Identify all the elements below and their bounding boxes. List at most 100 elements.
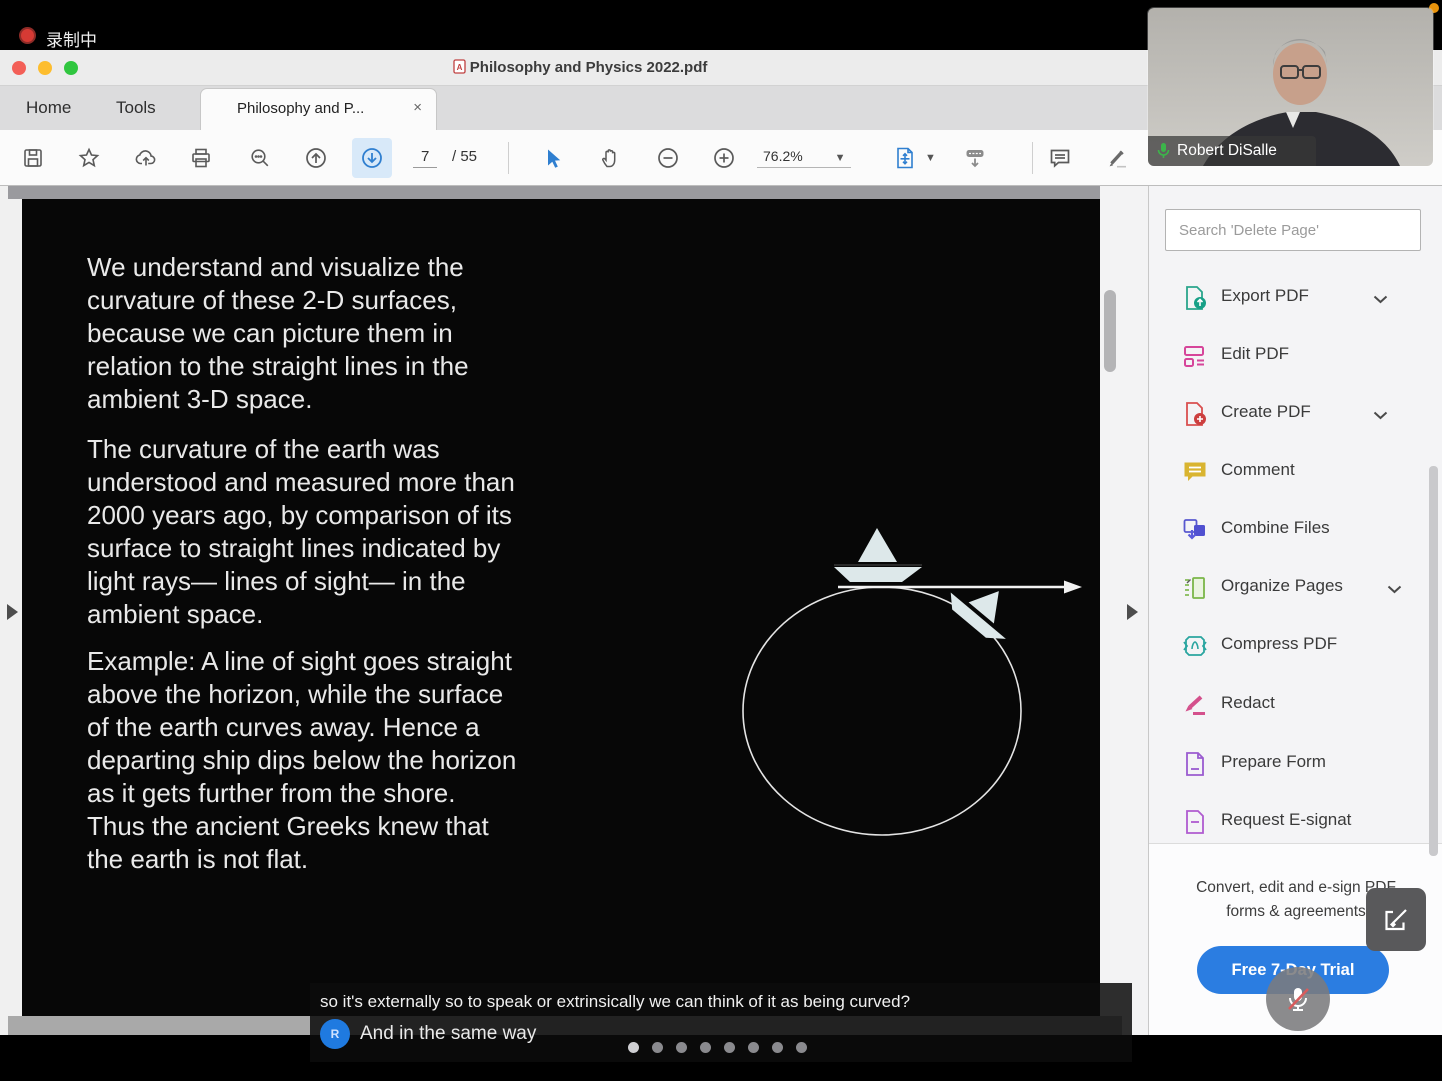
pencil-icon: [1109, 150, 1126, 168]
ship-far-icon: [950, 591, 1006, 639]
previous-page-button[interactable]: [296, 138, 336, 178]
next-page-button[interactable]: [352, 138, 392, 178]
ship-near-icon: [834, 528, 922, 582]
webcam-name: Robert DiSalle: [1177, 142, 1277, 159]
comment-button[interactable]: [1040, 138, 1080, 178]
vertical-scrollbar-thumb[interactable]: [1104, 290, 1116, 372]
page-number-input[interactable]: 7: [413, 148, 438, 168]
chevron-down-icon[interactable]: ▼: [925, 152, 936, 164]
tab-document-label: Philosophy and P...: [237, 100, 365, 117]
sidebar-item-edit-pdf[interactable]: Edit PDF: [1149, 327, 1442, 385]
select-arrow-icon: [548, 149, 561, 168]
page-dot[interactable]: [772, 1042, 783, 1053]
compress-pdf-icon: [1181, 632, 1209, 660]
page-up-icon: [306, 148, 326, 168]
mic-on-icon: [1157, 143, 1170, 158]
slide-paragraph-2: The curvature of the earth was understoo…: [87, 434, 515, 629]
prepare-form-icon: [1181, 750, 1209, 778]
page-dot[interactable]: [676, 1042, 687, 1053]
search-icon: [251, 149, 269, 167]
webcam-video: Robert DiSalle: [1148, 8, 1433, 166]
zoom-in-icon: [714, 148, 734, 168]
search-zoom-button[interactable]: [240, 138, 280, 178]
hand-icon: [602, 149, 616, 168]
printer-icon: [192, 148, 210, 168]
caption-line-1: so it's externally so to speak or extrin…: [320, 992, 911, 1011]
fit-page-icon: [897, 147, 913, 169]
sidebar-item-comment[interactable]: Comment: [1149, 443, 1442, 501]
sidebar-item-combine-files[interactable]: Combine Files: [1149, 501, 1442, 559]
export-pdf-icon: [1181, 284, 1209, 312]
share-cloud-button[interactable]: [126, 138, 166, 178]
print-button[interactable]: [181, 138, 221, 178]
zoom-out-icon: [658, 148, 678, 168]
slide-paragraph-1: We understand and visualize the curvatur…: [87, 252, 469, 414]
recording-label: 录制中: [46, 31, 97, 50]
mic-muted-icon: [1288, 988, 1309, 1011]
search-input[interactable]: [1165, 209, 1421, 251]
caption-page-dots[interactable]: [628, 1042, 807, 1053]
zoom-level-input[interactable]: 76.2% ▼: [757, 148, 852, 168]
edit-pdf-icon: [1181, 342, 1209, 370]
window-title: A Philosophy and Physics 2022.pdf: [0, 59, 1160, 76]
document-background: [8, 186, 1100, 199]
tab-tools[interactable]: Tools: [98, 86, 174, 130]
close-tab-icon[interactable]: ×: [413, 99, 422, 116]
continuous-scroll-icon: [966, 150, 984, 168]
request-esignatures-icon: [1181, 808, 1209, 836]
pdf-file-icon: A: [452, 59, 466, 74]
speaker-avatar: R: [320, 1019, 350, 1049]
expand-left-panel-button[interactable]: [7, 604, 18, 620]
microphone-muted-button[interactable]: [1266, 967, 1330, 1031]
organize-pages-icon: [1181, 574, 1209, 602]
chevron-down-icon: [1387, 581, 1402, 599]
sidebar-item-prepare-form[interactable]: Prepare Form: [1149, 735, 1442, 793]
screen: 录制中 A Philosophy and Physics 2022.pdf Ho…: [0, 0, 1442, 1081]
earth-curvature-diagram: [742, 528, 1082, 836]
save-button[interactable]: [13, 138, 53, 178]
save-icon: [24, 149, 42, 167]
sidebar-item-redact[interactable]: Redact: [1149, 676, 1442, 734]
sidebar-item-compress-pdf[interactable]: Compress PDF: [1149, 617, 1442, 675]
pdf-page: We understand and visualize the curvatur…: [22, 199, 1100, 1035]
cloud-upload-icon: [135, 150, 156, 166]
sidebar-item-create-pdf[interactable]: Create PDF: [1149, 385, 1442, 443]
slide-paragraph-3: Example: A line of sight goes straight a…: [87, 646, 517, 874]
hand-tool-button[interactable]: [591, 138, 631, 178]
scrolling-mode-button[interactable]: [955, 138, 995, 178]
page-down-icon: [362, 148, 382, 168]
zoom-in-button[interactable]: [704, 138, 744, 178]
sidebar-item-organize-pages[interactable]: Organize Pages: [1149, 559, 1442, 617]
favorite-button[interactable]: [69, 138, 109, 178]
comment-icon: [1181, 458, 1209, 486]
comment-bubble-icon: [1050, 149, 1070, 168]
webcam-nametag: Robert DiSalle: [1148, 136, 1316, 166]
sidebar-scrollbar-thumb[interactable]: [1429, 466, 1438, 856]
sidebar-item-request-esignatures[interactable]: Request E-signat: [1149, 793, 1442, 843]
sidebar-item-export-pdf[interactable]: Export PDF: [1149, 269, 1442, 327]
page-dot[interactable]: [724, 1042, 735, 1053]
redact-icon: [1181, 691, 1209, 719]
recording-dot-icon: [19, 27, 36, 44]
zoom-out-button[interactable]: [648, 138, 688, 178]
page-dot[interactable]: [796, 1042, 807, 1053]
expand-right-panel-button[interactable]: [1127, 604, 1138, 620]
caption-line-2: And in the same way: [360, 1023, 537, 1044]
page-total-label: / 55: [452, 148, 478, 165]
select-tool-button[interactable]: [533, 138, 573, 178]
highlight-button[interactable]: [1097, 138, 1137, 178]
tool-list: Export PDF Edit PDF Create PDF Comment C…: [1149, 269, 1442, 843]
tab-home[interactable]: Home: [8, 86, 89, 130]
fit-page-button[interactable]: [885, 138, 925, 178]
star-icon: [78, 147, 100, 168]
fill-sign-button[interactable]: [1366, 888, 1426, 951]
chevron-down-icon: [1373, 407, 1388, 425]
page-dot[interactable]: [652, 1042, 663, 1053]
page-dot[interactable]: [628, 1042, 639, 1053]
svg-text:A: A: [456, 63, 462, 72]
chevron-down-icon: ▼: [834, 152, 846, 164]
page-dot[interactable]: [700, 1042, 711, 1053]
page-dot[interactable]: [748, 1042, 759, 1053]
caption-overlay: so it's externally so to speak or extrin…: [310, 983, 1132, 1062]
tab-document[interactable]: Philosophy and P... ×: [200, 88, 437, 130]
